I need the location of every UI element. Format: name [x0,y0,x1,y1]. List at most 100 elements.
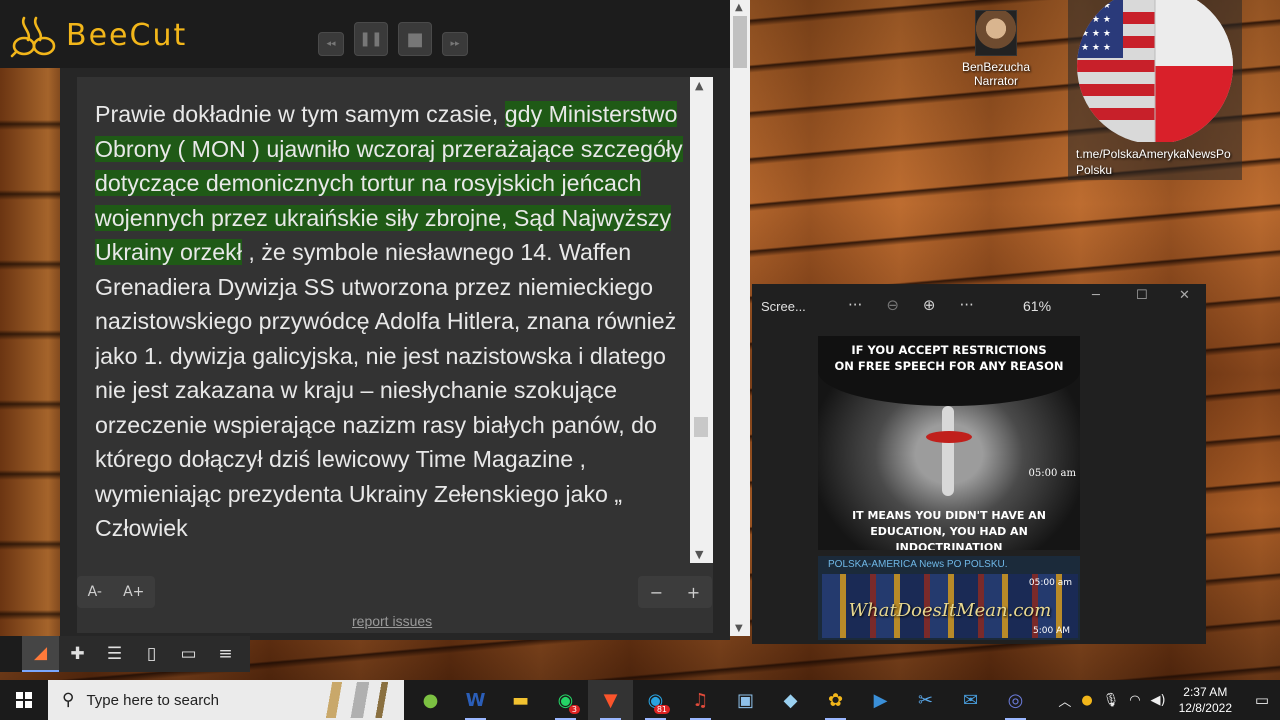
reader-mode-button[interactable]: ◢ [22,636,59,672]
meme-time: 05:00 am [1028,468,1076,479]
taskbar-app-explorer[interactable]: ▬ [498,680,543,720]
telegram-badge: 81 [653,705,670,714]
post-time-bottom: 5:00 AM [1033,626,1070,636]
start-button[interactable] [0,680,48,720]
meme-lips-shape [926,431,972,443]
forward-button[interactable]: ▸▸ [442,32,468,56]
main-scroll-up-icon[interactable]: ▲ [735,2,743,13]
mail-icon: ✉ [962,689,979,711]
meme-top-line1: IF YOU ACCEPT RESTRICTIONS [851,343,1047,357]
beecut-header: BeeCut ◂◂ ❚❚ ■ ▸▸ [0,0,730,68]
network-icon[interactable]: ◠ [1129,693,1140,708]
taskbar-app-telegram[interactable]: ◉ 81 [633,680,678,720]
sidebar-icon: ▯ [146,644,157,664]
reader-text: Prawie dokładnie w tym samym czasie, gdy… [95,97,693,569]
bee-logo-icon [10,16,56,58]
zoom-out-button[interactable]: − [650,583,663,602]
volume-icon[interactable]: ◀) [1151,693,1166,708]
show-hidden-icons-icon[interactable]: ︿ [1058,691,1071,710]
tray-app-icon[interactable]: ● [1081,693,1092,708]
taskbar-app-whatsapp[interactable]: ◉ 3 [543,680,588,720]
photos-icon: ▣ [736,689,754,711]
taskbar-app-mail[interactable]: ✉ [948,680,993,720]
desktop-icon-telegram-link[interactable]: ★ ★ ★ ★ ★ ★ ★ ★ ★ ★ ★ ★ t.me/PolskaAmery… [1068,0,1242,180]
main-scroll-thumb[interactable] [733,16,747,68]
forward-icon: ▸▸ [450,39,460,49]
meme-bottom-line2: EDUCATION, YOU HAD AN INDOCTRINATION [870,525,1028,550]
reader-text-pre: Prawie dokładnie w tym samym czasie, [95,101,505,127]
beecut-logo: BeeCut [10,12,187,58]
taskbar-app-brave[interactable]: ▼ [588,680,633,720]
more-options-icon[interactable]: ··· [848,296,862,314]
media-player-icon: ♫ [692,689,709,711]
close-icon[interactable]: ✕ [1179,288,1190,303]
wallet-button[interactable]: ▭ [170,636,207,672]
zoom-in-button[interactable]: + [687,583,700,602]
narrator-label-line1: BenBezucha [961,60,1031,74]
notifications-button[interactable]: ▭ [1244,680,1280,720]
rewind-icon: ◂◂ [326,39,336,49]
pause-button[interactable]: ❚❚ [354,22,388,56]
taskbar-search[interactable]: ⚲ Type here to search [48,680,404,720]
main-scrollbar[interactable]: ▲ ▼ [730,0,750,636]
clock-date: 12/8/2022 [1178,701,1232,715]
taskbar-app-android[interactable]: ● [408,680,453,720]
telegram-link-line1: t.me/PolskaAmerykaNewsPo [1076,147,1231,161]
taskbar-app-media[interactable]: ♫ [678,680,723,720]
taskbar-app-snipping[interactable]: ✂ [903,680,948,720]
rewind-button[interactable]: ◂◂ [318,32,344,56]
font-increase-button[interactable]: A+ [123,584,144,600]
channel-post: POLSKA-AMERICA News PO POLSKU. 05:00 am … [818,556,1080,640]
narrator-avatar [975,10,1017,56]
zoom-out-icon[interactable]: ⊖ [886,296,899,314]
microphone-icon[interactable]: 🎙︎ [1103,693,1120,708]
telegram-link-label: t.me/PolskaAmerykaNewsPo Polsku [1076,146,1231,178]
reader-scrollbar[interactable]: ▲ ▼ [690,77,713,563]
taskbar-app-photos[interactable]: ▣ [723,680,768,720]
taskbar-app-notes[interactable]: ◆ [768,680,813,720]
search-placeholder: Type here to search [86,691,220,709]
viewer-toolbar: ··· ⊖ ⊕ ··· [848,296,974,314]
report-issues-link[interactable]: report issues [352,613,432,629]
zoom-in-icon[interactable]: ⊕ [923,296,936,314]
font-size-controls: A- A+ [77,576,155,608]
narrator-label-line2: Narrator [973,74,1018,88]
speaker-icon: ◢ [33,643,48,663]
taskbar-app-word[interactable]: W [453,680,498,720]
maximize-icon[interactable]: ☐ [1136,288,1148,303]
minimize-icon[interactable]: ─ [1092,288,1100,303]
app-title: BeeCut [66,17,188,53]
menu-button[interactable]: ≡ [207,636,244,672]
extensions-button[interactable]: ✚ [59,636,96,672]
meme-bottom-text: IT MEANS YOU DIDN'T HAVE AN EDUCATION, Y… [818,508,1080,550]
stop-button[interactable]: ■ [398,22,432,56]
clock-time: 2:37 AM [1183,685,1228,699]
reader-text-area[interactable]: Prawie dokładnie w tym samym czasie, gdy… [77,77,713,633]
taskbar-apps: ● W ▬ ◉ 3 ▼ ◉ 81 ♫ ▣ ◆ ✿ ▶ ✂ ✉ ◎ [408,680,1038,720]
zoom-level: 61% [1023,298,1052,314]
tool-strip: ◢ ✚ ☰ ▯ ▭ ≡ [0,636,250,672]
tool-left-edge [0,636,22,672]
sidebar-toggle-button[interactable]: ▯ [133,636,170,672]
scroll-up-icon[interactable]: ▲ [695,79,703,92]
taskbar: ⚲ Type here to search ● W ▬ ◉ 3 ▼ ◉ 81 ♫ ▣… [0,680,1280,720]
playlist-button[interactable]: ☰ [96,636,133,672]
more-tools-icon[interactable]: ··· [959,296,973,314]
taskbar-app-video[interactable]: ▶ [858,680,903,720]
whatsapp-badge: 3 [568,705,580,714]
desktop-icon-narrator[interactable]: BenBezucha Narrator [958,10,1034,88]
playlist-icon: ☰ [106,644,123,664]
main-scroll-down-icon[interactable]: ▼ [735,623,743,634]
post-time-top: 05:00 am [1028,578,1072,588]
snipping-icon: ✂ [917,689,934,711]
taskbar-app-chrome[interactable]: ◎ [993,680,1038,720]
svg-text:★ ★ ★: ★ ★ ★ [1081,43,1111,53]
taskbar-clock[interactable]: 2:37 AM 12/8/2022 [1179,684,1232,716]
pause-icon: ❚❚ [359,31,383,47]
font-decrease-button[interactable]: A- [88,584,102,600]
zoom-controls: − + [638,576,712,608]
scroll-down-icon[interactable]: ▼ [695,548,703,561]
reader-scroll-thumb[interactable] [694,417,708,437]
taskbar-app-beecut[interactable]: ✿ [813,680,858,720]
reader-text-post: , że symbole niesławnego 14. Waffen Gren… [95,239,677,541]
